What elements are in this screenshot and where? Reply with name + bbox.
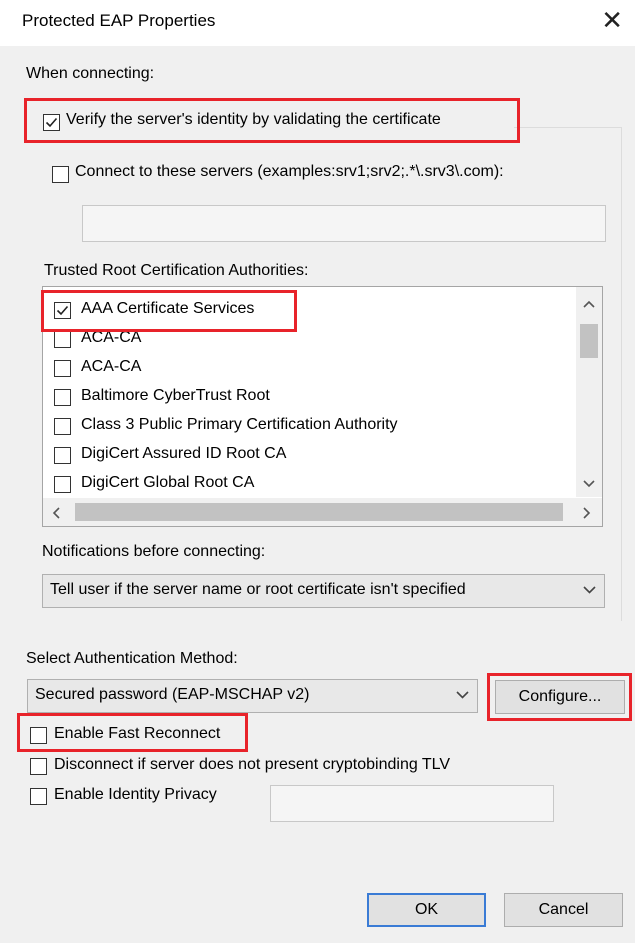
connect-servers-field[interactable] — [82, 205, 606, 242]
notifications-select[interactable]: Tell user if the server name or root cer… — [42, 574, 605, 608]
chevron-down-icon — [456, 688, 469, 707]
identity-privacy-field[interactable] — [270, 785, 554, 822]
trusted-root-label-text: Class 3 Public Primary Certification Aut… — [81, 416, 398, 433]
connect-servers-checkbox[interactable] — [52, 166, 69, 183]
trusted-root-item[interactable]: DigiCert Assured ID Root CA — [43, 441, 576, 470]
scroll-left-icon[interactable] — [52, 506, 60, 522]
trusted-root-checkbox[interactable] — [54, 476, 71, 493]
scroll-down-icon[interactable] — [583, 475, 595, 491]
trusted-root-checkbox[interactable] — [54, 389, 71, 406]
trusted-root-item[interactable]: Baltimore CyberTrust Root — [43, 383, 576, 412]
verify-server-checkbox[interactable] — [43, 114, 60, 131]
cryptobinding-label: Disconnect if server does not present cr… — [54, 756, 451, 773]
connect-servers-label: Connect to these servers (examples:srv1;… — [75, 163, 504, 180]
auth-method-value: Secured password (EAP-MSCHAP v2) — [35, 686, 310, 703]
configure-button[interactable]: Configure... — [495, 680, 625, 714]
trusted-root-checkbox[interactable] — [54, 360, 71, 377]
trusted-root-label-text: DigiCert Assured ID Root CA — [81, 445, 287, 462]
notifications-label: Notifications before connecting: — [42, 543, 266, 560]
trusted-root-label-text: ACA-CA — [81, 358, 142, 375]
fast-reconnect-checkbox[interactable] — [30, 727, 47, 744]
chevron-down-icon — [583, 583, 596, 602]
notifications-value: Tell user if the server name or root cer… — [50, 581, 466, 598]
dialog-title: Protected EAP Properties — [22, 11, 216, 30]
horizontal-scrollbar[interactable] — [43, 498, 602, 526]
trusted-root-checkbox[interactable] — [54, 331, 71, 348]
trusted-root-checkbox[interactable] — [54, 447, 71, 464]
vertical-scroll-thumb[interactable] — [580, 324, 598, 358]
trusted-root-item[interactable]: DigiCert Global Root CA — [43, 470, 576, 499]
identity-privacy-checkbox[interactable] — [30, 788, 47, 805]
close-icon[interactable]: ✕ — [601, 5, 623, 35]
trusted-root-item[interactable]: Class 3 Public Primary Certification Aut… — [43, 412, 576, 441]
cancel-button[interactable]: Cancel — [504, 893, 623, 927]
trusted-root-checkbox[interactable] — [54, 418, 71, 435]
trusted-root-label-text: Baltimore CyberTrust Root — [81, 387, 270, 404]
scroll-up-icon[interactable] — [583, 295, 595, 311]
verify-server-label: Verify the server's identity by validati… — [66, 111, 441, 128]
highlight-aaa-certificate — [41, 290, 297, 332]
cryptobinding-checkbox[interactable] — [30, 758, 47, 775]
scroll-right-icon[interactable] — [583, 506, 591, 522]
ok-button[interactable]: OK — [367, 893, 486, 927]
trusted-root-item[interactable]: ACA-CA — [43, 354, 576, 383]
protected-eap-properties-dialog: Protected EAP Properties ✕ When connecti… — [0, 0, 635, 943]
identity-privacy-label: Enable Identity Privacy — [54, 786, 217, 803]
title-bar: Protected EAP Properties ✕ — [0, 0, 635, 46]
fast-reconnect-label: Enable Fast Reconnect — [54, 725, 221, 742]
vertical-scrollbar[interactable] — [576, 287, 602, 497]
horizontal-scroll-thumb[interactable] — [75, 503, 563, 521]
auth-method-label: Select Authentication Method: — [26, 650, 238, 667]
when-connecting-label: When connecting: — [26, 65, 155, 82]
trusted-root-label-text: DigiCert Global Root CA — [81, 474, 255, 491]
trusted-root-label: Trusted Root Certification Authorities: — [44, 262, 309, 279]
auth-method-select[interactable]: Secured password (EAP-MSCHAP v2) — [27, 679, 478, 713]
